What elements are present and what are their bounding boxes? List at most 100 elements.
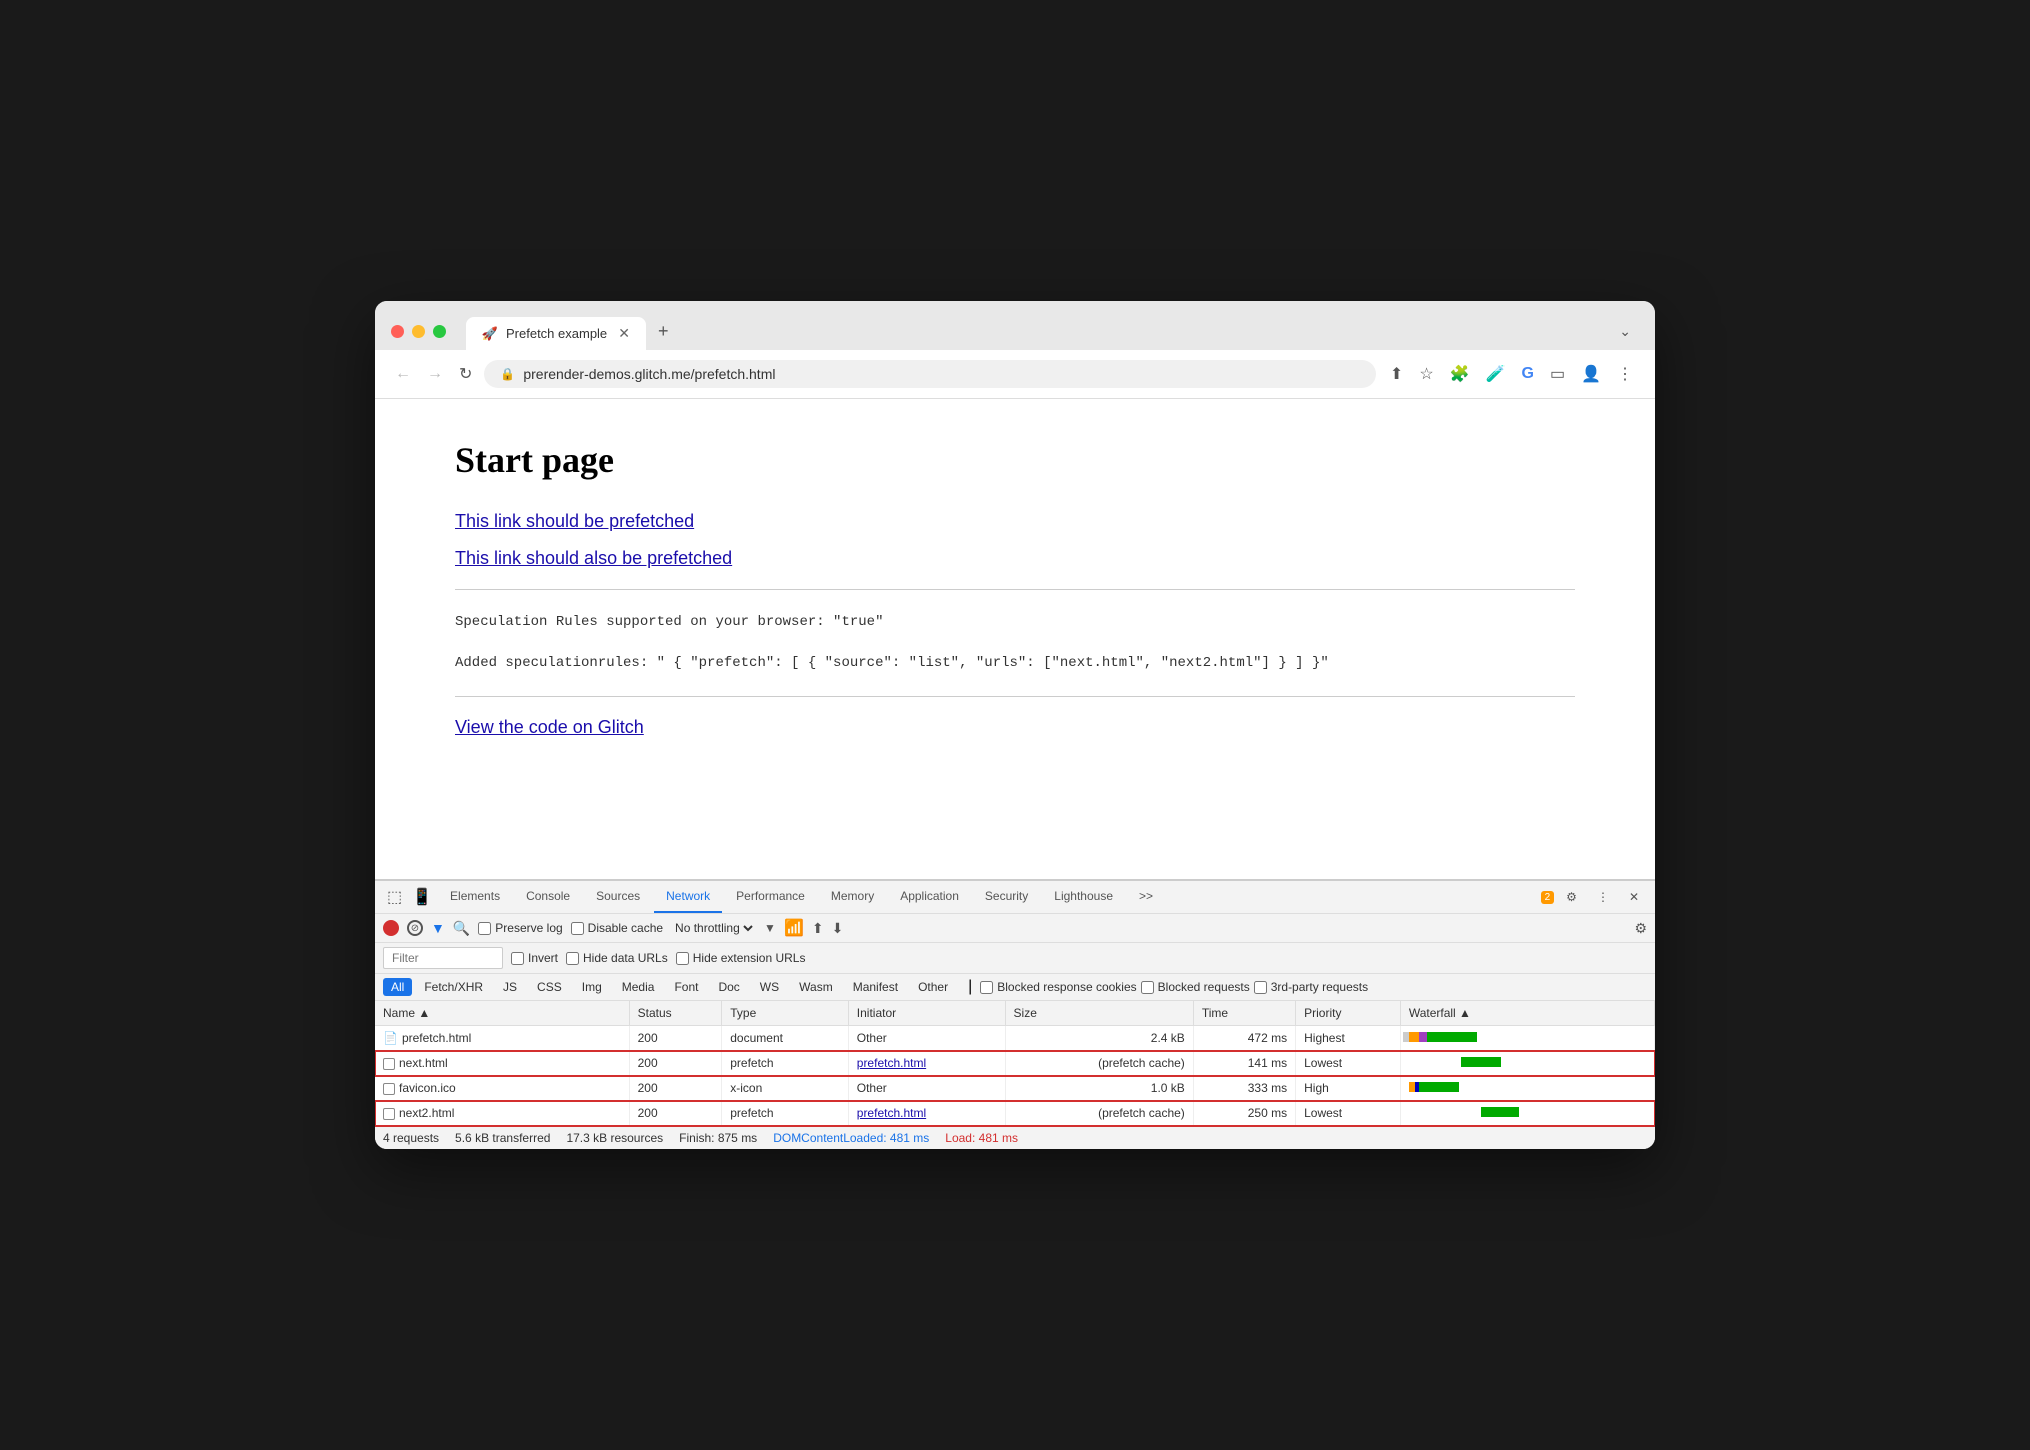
- type-btn-js[interactable]: JS: [495, 978, 525, 996]
- row-checkbox[interactable]: [383, 1108, 395, 1120]
- type-btn-img[interactable]: Img: [574, 978, 610, 996]
- title-bar: 🚀 Prefetch example ✕ + ⌄: [375, 301, 1655, 350]
- load-time[interactable]: Load: 481 ms: [945, 1131, 1018, 1145]
- tab-security[interactable]: Security: [973, 881, 1040, 913]
- type-btn-ws[interactable]: WS: [752, 978, 787, 996]
- star-icon[interactable]: ☆: [1413, 358, 1439, 390]
- devtools-icons-right: 2 ⚙ ⋮ ✕: [1541, 886, 1647, 908]
- record-button[interactable]: [383, 920, 399, 936]
- link2[interactable]: This link should also be prefetched: [455, 548, 1575, 569]
- hide-extension-urls-label[interactable]: Hide extension URLs: [676, 951, 806, 965]
- hide-data-urls-checkbox[interactable]: [566, 952, 579, 965]
- devtools-inspect-icon[interactable]: ⬚: [383, 883, 406, 911]
- new-tab-button[interactable]: +: [646, 313, 681, 350]
- row-initiator: Other: [848, 1076, 1005, 1101]
- google-icon[interactable]: G: [1516, 359, 1540, 389]
- clear-button[interactable]: ⊘: [407, 920, 423, 936]
- disable-cache-checkbox[interactable]: [571, 922, 584, 935]
- tab-console[interactable]: Console: [514, 881, 582, 913]
- wifi-icon[interactable]: 📶: [784, 918, 804, 938]
- tab-close-button[interactable]: ✕: [618, 325, 630, 342]
- throttle-select[interactable]: No throttling: [671, 920, 756, 936]
- preserve-log-checkbox[interactable]: [478, 922, 491, 935]
- throttle-dropdown-icon[interactable]: ▼: [764, 921, 776, 935]
- download-icon[interactable]: ⬇: [832, 920, 844, 937]
- glitch-link[interactable]: View the code on Glitch: [455, 717, 1575, 738]
- invert-label[interactable]: Invert: [511, 951, 558, 965]
- upload-icon[interactable]: ⬆: [812, 920, 824, 937]
- active-tab[interactable]: 🚀 Prefetch example ✕: [466, 317, 646, 350]
- devtools-close-button[interactable]: ✕: [1621, 886, 1647, 908]
- search-icon[interactable]: 🔍: [453, 920, 470, 937]
- row-initiator-link[interactable]: prefetch.html: [857, 1056, 926, 1070]
- devtools-device-icon[interactable]: 📱: [408, 883, 436, 911]
- tab-network[interactable]: Network: [654, 881, 722, 913]
- table-row[interactable]: favicon.ico200x-iconOther1.0 kB333 msHig…: [375, 1076, 1655, 1101]
- lab-icon[interactable]: 🧪: [1480, 358, 1512, 390]
- maximize-button[interactable]: [433, 325, 446, 338]
- blocked-requests-label[interactable]: Blocked requests: [1141, 980, 1250, 994]
- tab-lighthouse[interactable]: Lighthouse: [1042, 881, 1125, 913]
- hide-extension-urls-checkbox[interactable]: [676, 952, 689, 965]
- table-row[interactable]: next2.html200prefetchprefetch.html(prefe…: [375, 1101, 1655, 1126]
- share-icon[interactable]: ⬆: [1384, 358, 1409, 390]
- tab-memory[interactable]: Memory: [819, 881, 886, 913]
- col-priority[interactable]: Priority: [1296, 1001, 1401, 1026]
- invert-checkbox[interactable]: [511, 952, 524, 965]
- type-btn-wasm[interactable]: Wasm: [791, 978, 841, 996]
- col-status[interactable]: Status: [629, 1001, 722, 1026]
- blocked-requests-checkbox[interactable]: [1141, 981, 1154, 994]
- url-bar[interactable]: 🔒 prerender-demos.glitch.me/prefetch.htm…: [484, 360, 1376, 388]
- row-initiator-link[interactable]: prefetch.html: [857, 1106, 926, 1120]
- disable-cache-label[interactable]: Disable cache: [571, 921, 663, 935]
- type-btn-css[interactable]: CSS: [529, 978, 570, 996]
- col-waterfall[interactable]: Waterfall ▲: [1400, 1001, 1654, 1026]
- network-settings-icon[interactable]: ⚙: [1634, 920, 1647, 937]
- third-party-requests-checkbox[interactable]: [1254, 981, 1267, 994]
- table-row[interactable]: 📄prefetch.html200documentOther2.4 kB472 …: [375, 1026, 1655, 1051]
- row-checkbox[interactable]: [383, 1058, 395, 1070]
- link1[interactable]: This link should be prefetched: [455, 511, 1575, 532]
- row-time: 250 ms: [1193, 1101, 1295, 1126]
- reload-button[interactable]: ↻: [455, 360, 476, 388]
- col-name[interactable]: Name ▲: [375, 1001, 629, 1026]
- type-btn-other[interactable]: Other: [910, 978, 956, 996]
- tab-elements[interactable]: Elements: [438, 881, 512, 913]
- type-btn-media[interactable]: Media: [614, 978, 663, 996]
- type-btn-fetch[interactable]: Fetch/XHR: [416, 978, 491, 996]
- minimize-button[interactable]: [412, 325, 425, 338]
- sidebar-icon[interactable]: ▭: [1544, 358, 1571, 390]
- dom-content-loaded[interactable]: DOMContentLoaded: 481 ms: [773, 1131, 929, 1145]
- back-button[interactable]: ←: [391, 361, 415, 387]
- tab-application[interactable]: Application: [888, 881, 971, 913]
- tab-menu-button[interactable]: ⌄: [1611, 319, 1639, 344]
- tab-more[interactable]: >>: [1127, 881, 1165, 913]
- profile-icon[interactable]: 👤: [1575, 358, 1607, 390]
- devtools-more-button[interactable]: ⋮: [1589, 886, 1617, 908]
- type-btn-font[interactable]: Font: [666, 978, 706, 996]
- forward-button[interactable]: →: [423, 361, 447, 387]
- type-btn-manifest[interactable]: Manifest: [845, 978, 906, 996]
- tab-sources[interactable]: Sources: [584, 881, 652, 913]
- col-type[interactable]: Type: [722, 1001, 849, 1026]
- col-initiator[interactable]: Initiator: [848, 1001, 1005, 1026]
- blocked-cookies-checkbox[interactable]: [980, 981, 993, 994]
- close-button[interactable]: [391, 325, 404, 338]
- blocked-cookies-label[interactable]: Blocked response cookies: [980, 980, 1136, 994]
- type-btn-doc[interactable]: Doc: [710, 978, 747, 996]
- row-checkbox[interactable]: [383, 1083, 395, 1095]
- type-btn-all[interactable]: All: [383, 978, 412, 996]
- filter-icon[interactable]: ▼: [431, 920, 445, 936]
- devtools-settings-button[interactable]: ⚙: [1558, 886, 1585, 908]
- tab-performance[interactable]: Performance: [724, 881, 817, 913]
- table-row[interactable]: next.html200prefetchprefetch.html(prefet…: [375, 1051, 1655, 1076]
- filter-input[interactable]: [383, 947, 503, 969]
- row-name: next2.html: [399, 1106, 454, 1120]
- menu-icon[interactable]: ⋮: [1611, 358, 1639, 390]
- col-time[interactable]: Time: [1193, 1001, 1295, 1026]
- extensions-icon[interactable]: 🧩: [1444, 358, 1476, 390]
- preserve-log-label[interactable]: Preserve log: [478, 921, 562, 935]
- col-size[interactable]: Size: [1005, 1001, 1193, 1026]
- hide-data-urls-label[interactable]: Hide data URLs: [566, 951, 668, 965]
- third-party-requests-label[interactable]: 3rd-party requests: [1254, 980, 1368, 994]
